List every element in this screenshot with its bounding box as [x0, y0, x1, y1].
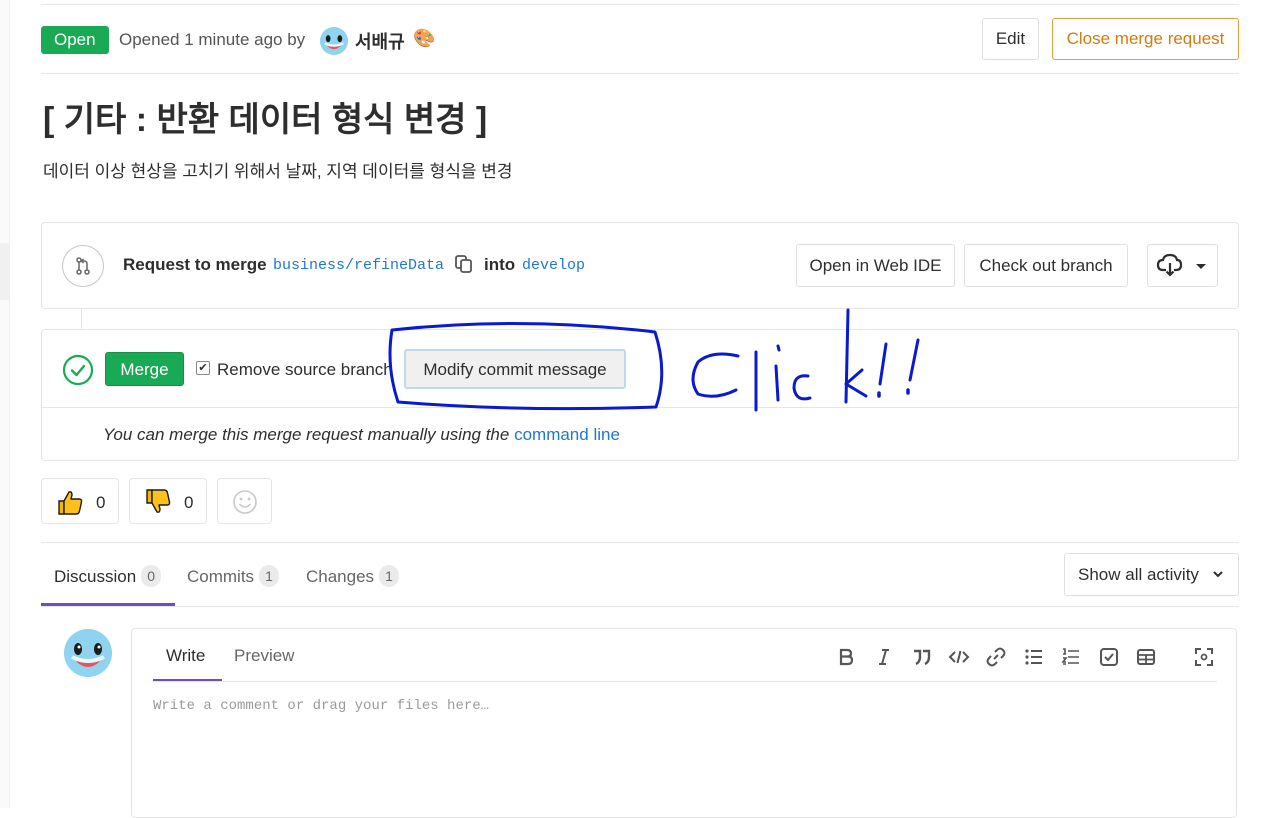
- success-check-icon: [62, 354, 94, 386]
- target-branch-link[interactable]: develop: [522, 257, 585, 274]
- sidebar-rail-notch: [0, 243, 10, 300]
- panel-connector: [81, 309, 82, 329]
- tabs-divider: [41, 606, 1239, 607]
- italic-icon[interactable]: [873, 646, 895, 668]
- manual-merge-text: You can merge this merge request manuall…: [103, 425, 620, 445]
- branch-info-panel: Request to merge business/refineData int…: [41, 222, 1239, 309]
- remove-source-branch-checkbox[interactable]: ✔: [196, 361, 210, 375]
- tab-count-badge: 0: [141, 565, 162, 587]
- tab-write[interactable]: Write: [166, 646, 205, 666]
- smiley-icon: [233, 490, 257, 514]
- awards-divider: [41, 542, 1239, 543]
- activity-filter-dropdown[interactable]: Show all activity: [1064, 553, 1239, 596]
- author-name[interactable]: 서배규: [355, 28, 405, 54]
- tab-commits[interactable]: Commits 1: [187, 565, 280, 587]
- task-list-icon[interactable]: [1098, 646, 1120, 668]
- copy-icon[interactable]: [454, 254, 474, 274]
- add-reaction-button[interactable]: [217, 478, 272, 524]
- manual-merge-label: You can merge this merge request manuall…: [103, 425, 510, 444]
- open-in-web-ide-button[interactable]: Open in Web IDE: [796, 244, 955, 287]
- cloud-download-icon: [1156, 253, 1206, 277]
- thumbsup-count: 0: [96, 493, 106, 512]
- tab-preview[interactable]: Preview: [234, 646, 294, 666]
- tab-discussion[interactable]: Discussion 0: [54, 565, 162, 587]
- tab-count-badge: 1: [379, 565, 400, 587]
- bullet-list-icon[interactable]: [1023, 646, 1045, 668]
- thumbsup-award-button[interactable]: 0: [41, 478, 119, 524]
- palette-emoji-icon: 🎨: [413, 28, 436, 48]
- thumbsdown-count: 0: [184, 493, 194, 512]
- comment-toolbar-divider: [153, 681, 1217, 682]
- header-divider: [41, 73, 1239, 74]
- mr-description: 데이터 이상 현상을 고치기 위해서 날짜, 지역 데이터를 형식을 변경: [43, 162, 513, 181]
- comment-textarea[interactable]: [153, 698, 1217, 798]
- left-sidebar-rail: [0, 0, 10, 808]
- modify-commit-message-button[interactable]: Modify commit message: [404, 349, 626, 389]
- active-write-indicator: [153, 679, 222, 681]
- code-icon[interactable]: [948, 646, 970, 668]
- merge-widget: Merge ✔ Remove source branch Modify comm…: [41, 329, 1239, 461]
- status-badge: Open: [41, 26, 109, 54]
- quote-icon[interactable]: [911, 646, 933, 668]
- request-to-merge-label: Request to merge: [123, 255, 267, 274]
- tab-label: Changes: [306, 567, 375, 586]
- source-branch-link[interactable]: business/refineData: [273, 257, 444, 274]
- command-line-link[interactable]: command line: [514, 425, 620, 444]
- merge-button[interactable]: Merge: [105, 352, 184, 386]
- tab-label: Discussion: [54, 567, 137, 586]
- check-out-branch-button[interactable]: Check out branch: [964, 244, 1128, 287]
- activity-filter-label: Show all activity: [1078, 565, 1199, 584]
- page-title: [ 기타 : 반환 데이터 형식 변경 ]: [43, 101, 488, 139]
- bold-icon[interactable]: [835, 646, 857, 668]
- current-user-avatar[interactable]: [64, 629, 112, 677]
- numbered-list-icon[interactable]: [1060, 646, 1082, 668]
- squirtle-avatar-icon: [320, 27, 348, 55]
- author-avatar[interactable]: [320, 27, 348, 55]
- opened-text: Opened 1 minute ago by: [119, 30, 306, 49]
- comment-form: Write Preview: [131, 628, 1237, 818]
- caret-down-icon: [1196, 264, 1206, 269]
- merge-widget-divider: [42, 407, 1238, 408]
- tab-label: Commits: [187, 567, 255, 586]
- top-divider: [41, 4, 1239, 5]
- thumbsdown-award-button[interactable]: 0: [129, 478, 207, 524]
- thumbs-up-icon: [58, 491, 83, 515]
- tab-changes[interactable]: Changes 1: [306, 565, 400, 587]
- edit-button[interactable]: Edit: [982, 18, 1039, 60]
- remove-source-branch-label[interactable]: Remove source branch: [217, 360, 393, 380]
- merge-request-icon: [62, 245, 104, 287]
- squirtle-avatar-icon: [64, 629, 112, 677]
- fullscreen-icon[interactable]: [1193, 646, 1215, 668]
- thumbs-down-icon: [146, 489, 171, 513]
- download-dropdown-button[interactable]: [1147, 244, 1218, 287]
- table-icon[interactable]: [1135, 646, 1157, 668]
- link-icon[interactable]: [985, 646, 1007, 668]
- tab-count-badge: 1: [259, 565, 280, 587]
- close-merge-request-button[interactable]: Close merge request: [1052, 18, 1239, 60]
- chevron-down-icon: [1212, 554, 1224, 612]
- into-label: into: [484, 255, 516, 274]
